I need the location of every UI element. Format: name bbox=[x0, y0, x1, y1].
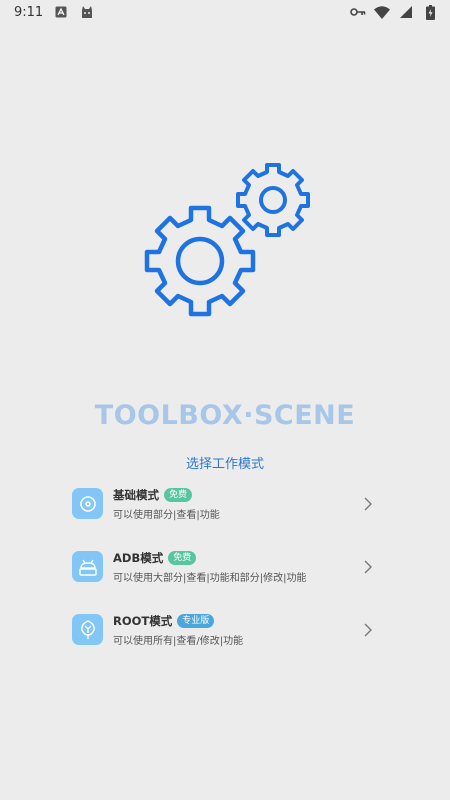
choose-mode-label: 选择工作模式 bbox=[185, 457, 264, 472]
pro-badge: 专业版 bbox=[177, 614, 215, 628]
disc-icon bbox=[72, 488, 103, 519]
mode-title: 基础模式 bbox=[113, 488, 159, 502]
mode-description: 可以使用所有|查看/修改|功能 bbox=[113, 636, 244, 647]
notification-a-icon bbox=[53, 4, 69, 20]
mode-list: 基础模式 免费 可以使用部分|查看|功能 ADB模式 免费 可以使用大部分|查看… bbox=[72, 487, 380, 676]
battery-icon bbox=[422, 4, 438, 20]
mode-description: 可以使用部分|查看|功能 bbox=[113, 510, 220, 521]
signal-icon bbox=[398, 4, 414, 20]
status-bar: 9:11 bbox=[0, 0, 450, 24]
android-cat-icon bbox=[79, 4, 95, 20]
chevron-right-icon bbox=[364, 623, 372, 637]
app-title: TOOLBOX·SCENE bbox=[94, 400, 356, 431]
mode-basic[interactable]: 基础模式 免费 可以使用部分|查看|功能 bbox=[72, 487, 380, 550]
gears-illustration bbox=[130, 160, 330, 360]
free-badge: 免费 bbox=[168, 551, 197, 565]
mode-adb[interactable]: ADB模式 免费 可以使用大部分|查看|功能和部分|修改|功能 bbox=[72, 550, 380, 613]
chevron-right-icon bbox=[364, 497, 372, 511]
free-badge: 免费 bbox=[164, 488, 193, 502]
status-time: 9:11 bbox=[14, 4, 44, 20]
gears-icon bbox=[144, 163, 310, 317]
mode-title: ROOT模式 bbox=[113, 614, 173, 628]
root-icon bbox=[72, 614, 103, 645]
chevron-right-icon bbox=[364, 560, 372, 574]
android-icon bbox=[72, 551, 103, 582]
vpn-key-icon bbox=[350, 4, 366, 20]
mode-title: ADB模式 bbox=[113, 551, 164, 565]
wifi-icon bbox=[374, 4, 390, 20]
mode-description: 可以使用大部分|查看|功能和部分|修改|功能 bbox=[113, 573, 307, 584]
mode-root[interactable]: ROOT模式 专业版 可以使用所有|查看/修改|功能 bbox=[72, 613, 380, 676]
